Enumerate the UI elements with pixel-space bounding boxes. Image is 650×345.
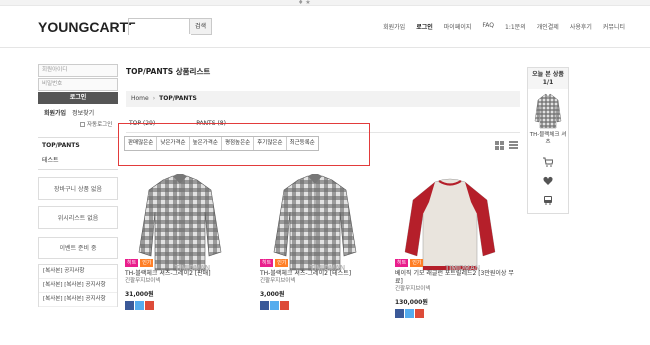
top-nav: 회원가입 로그인 마이페이지 FAQ 1:1문의 개인결제 사용후기 커뮤니티 bbox=[383, 22, 625, 31]
top-strip: ♦ ★ bbox=[0, 0, 650, 6]
nav-login[interactable]: 로그인 bbox=[416, 22, 433, 31]
password-input[interactable]: 비밀번호 bbox=[38, 78, 118, 91]
category-sub-test[interactable]: 테스트 bbox=[38, 151, 118, 170]
google-plus-icon[interactable] bbox=[280, 301, 289, 310]
badge-popular: 인기 bbox=[140, 259, 154, 267]
product-info: 히트 인기 TH-블랙체크 셔츠-그레이2 [테스트] 긴팔무지브이넥 3,000… bbox=[260, 259, 385, 310]
google-plus-icon[interactable] bbox=[145, 301, 154, 310]
product-name[interactable]: TH-블랙체크 셔츠-그레이2 [테스트] bbox=[260, 270, 385, 278]
login-links: 회원가입 정보찾기 bbox=[38, 108, 118, 117]
today-viewed-title: 오늘 본 상품 1/1 bbox=[528, 68, 568, 89]
facebook-icon[interactable] bbox=[260, 301, 269, 310]
badge-hit: 히트 bbox=[260, 259, 274, 267]
today-viewed-name[interactable]: TH-블랙체크 셔츠 bbox=[528, 129, 568, 149]
notice-item[interactable]: [복사본] [복사본] 공지사항 bbox=[39, 293, 117, 307]
badge-hit: 히트 bbox=[395, 259, 409, 267]
notice-item[interactable]: [복사본] [복사본] 공지사항 bbox=[39, 279, 117, 293]
twitter-icon[interactable] bbox=[270, 301, 279, 310]
wishlist-box: 위시리스트 없음 bbox=[38, 206, 118, 229]
cart-icon[interactable] bbox=[543, 157, 553, 167]
product-price: 31,000원 bbox=[125, 291, 154, 298]
nav-faq[interactable]: FAQ bbox=[482, 22, 494, 31]
join-link[interactable]: 회원가입 bbox=[44, 108, 66, 117]
quick-icons bbox=[528, 149, 568, 213]
twitter-icon[interactable] bbox=[135, 301, 144, 310]
product-maker: 긴팔무지브이넥 bbox=[125, 278, 161, 284]
breadcrumb-current[interactable]: TOP/PANTS bbox=[159, 95, 197, 102]
event-box: 이벤트 준비 중 bbox=[38, 237, 118, 259]
notice-list: [복사본] 공지사항 [복사본] [복사본] 공지사항 [복사본] [복사본] … bbox=[38, 264, 118, 307]
left-sidebar: 회원아이디 비밀번호 로그인 회원가입 정보찾기 자동로그인 TOP/PANTS… bbox=[38, 64, 118, 307]
nav-qa[interactable]: 1:1문의 bbox=[505, 22, 526, 31]
top-strip-icons: ♦ ★ bbox=[298, 0, 311, 6]
sort-rating[interactable]: 평점높은순 bbox=[222, 137, 255, 150]
auto-login-label: 자동로그인 bbox=[87, 122, 113, 128]
breadcrumb-separator-icon: › bbox=[152, 95, 156, 102]
member-id-input[interactable]: 회원아이디 bbox=[38, 64, 118, 77]
search-box: 검색 bbox=[128, 18, 212, 40]
auto-login-checkbox[interactable] bbox=[80, 121, 85, 127]
product-info: 히트 인기 TH-블랙체크 셔츠-그레이2 [판매] 긴팔무지브이넥 31,000… bbox=[125, 259, 250, 310]
auto-login[interactable]: 자동로그인 bbox=[38, 120, 118, 128]
twitter-icon[interactable] bbox=[405, 309, 414, 318]
notice-item[interactable]: [복사본] 공지사항 bbox=[39, 265, 117, 279]
sort-low-price[interactable]: 낮은가격순 bbox=[157, 137, 190, 150]
breadcrumb-home[interactable]: Home bbox=[131, 95, 149, 102]
sns-share bbox=[125, 301, 250, 310]
sort-sales[interactable]: 판매많은순 bbox=[125, 137, 158, 150]
sort-options: 판매많은순 낮은가격순 높은가격순 평점높은순 후기많은순 최근등록순 bbox=[124, 136, 319, 151]
list-view-icon[interactable] bbox=[509, 141, 518, 150]
nav-review[interactable]: 사용후기 bbox=[570, 22, 592, 31]
category-current[interactable]: TOP/PANTS bbox=[38, 138, 118, 151]
badge-popular: 인기 bbox=[275, 259, 289, 267]
product-name[interactable]: 베이직 기모 래글런 포트릴레드2 [3만원이상 무료] bbox=[395, 270, 520, 286]
today-viewed-label: 오늘 본 상품 bbox=[532, 71, 564, 78]
view-toggle bbox=[495, 141, 518, 150]
facebook-icon[interactable] bbox=[125, 301, 134, 310]
today-viewed-count: 1/1 bbox=[542, 79, 554, 86]
site-logo[interactable]: YOUNGCART5 bbox=[38, 19, 136, 35]
nav-payment[interactable]: 개인결제 bbox=[537, 22, 559, 31]
sns-share bbox=[260, 301, 385, 310]
heart-icon[interactable] bbox=[543, 176, 553, 186]
today-viewed-panel: 오늘 본 상품 1/1 TH-블랙체크 셔츠 bbox=[527, 67, 569, 214]
cart-box: 장바구니 상품 없음 bbox=[38, 177, 118, 200]
main-content: TOP/PANTS 상품리스트 Home › TOP/PANTS TOP (29) … bbox=[118, 64, 520, 166]
product-name[interactable]: TH-블랙체크 셔츠-그레이2 [판매] bbox=[125, 270, 250, 278]
google-plus-icon[interactable] bbox=[415, 309, 424, 318]
facebook-icon[interactable] bbox=[395, 309, 404, 318]
sort-reviews[interactable]: 후기많은순 bbox=[254, 137, 287, 150]
sort-high-price[interactable]: 높은가격순 bbox=[190, 137, 222, 150]
product-maker: 긴팔무지브이넥 bbox=[260, 278, 296, 284]
product-maker: 긴팔무지브이넥 bbox=[395, 286, 431, 292]
product-badges: 히트 인기 bbox=[395, 259, 520, 267]
nav-mypage[interactable]: 마이페이지 bbox=[444, 22, 472, 31]
login-button[interactable]: 로그인 bbox=[38, 92, 118, 104]
page-title: TOP/PANTS 상품리스트 bbox=[126, 67, 211, 76]
sns-share bbox=[395, 309, 520, 318]
nav-join[interactable]: 회원가입 bbox=[383, 22, 405, 31]
breadcrumb: Home › TOP/PANTS bbox=[126, 91, 520, 107]
delivery-icon[interactable] bbox=[543, 195, 553, 205]
today-viewed-thumbnail[interactable] bbox=[533, 93, 563, 129]
find-info-link[interactable]: 정보찾기 bbox=[72, 108, 94, 117]
badge-popular: 인기 bbox=[410, 259, 424, 267]
product-info: 히트 인기 베이직 기모 래글런 포트릴레드2 [3만원이상 무료] 긴팔무지브이… bbox=[395, 259, 520, 318]
nav-community[interactable]: 커뮤니티 bbox=[603, 22, 625, 31]
grid-view-icon[interactable] bbox=[495, 141, 504, 150]
search-input[interactable] bbox=[129, 25, 191, 40]
product-price: 3,000원 bbox=[260, 291, 285, 298]
product-price: 130,000원 bbox=[395, 299, 428, 306]
product-badges: 히트 인기 bbox=[260, 259, 385, 267]
badge-hit: 히트 bbox=[125, 259, 139, 267]
category-box: TOP/PANTS 테스트 bbox=[38, 137, 118, 170]
sort-recent[interactable]: 최근등록순 bbox=[287, 137, 318, 150]
header-divider bbox=[0, 47, 650, 48]
product-badges: 히트 인기 bbox=[125, 259, 250, 267]
search-button[interactable]: 검색 bbox=[189, 19, 211, 34]
